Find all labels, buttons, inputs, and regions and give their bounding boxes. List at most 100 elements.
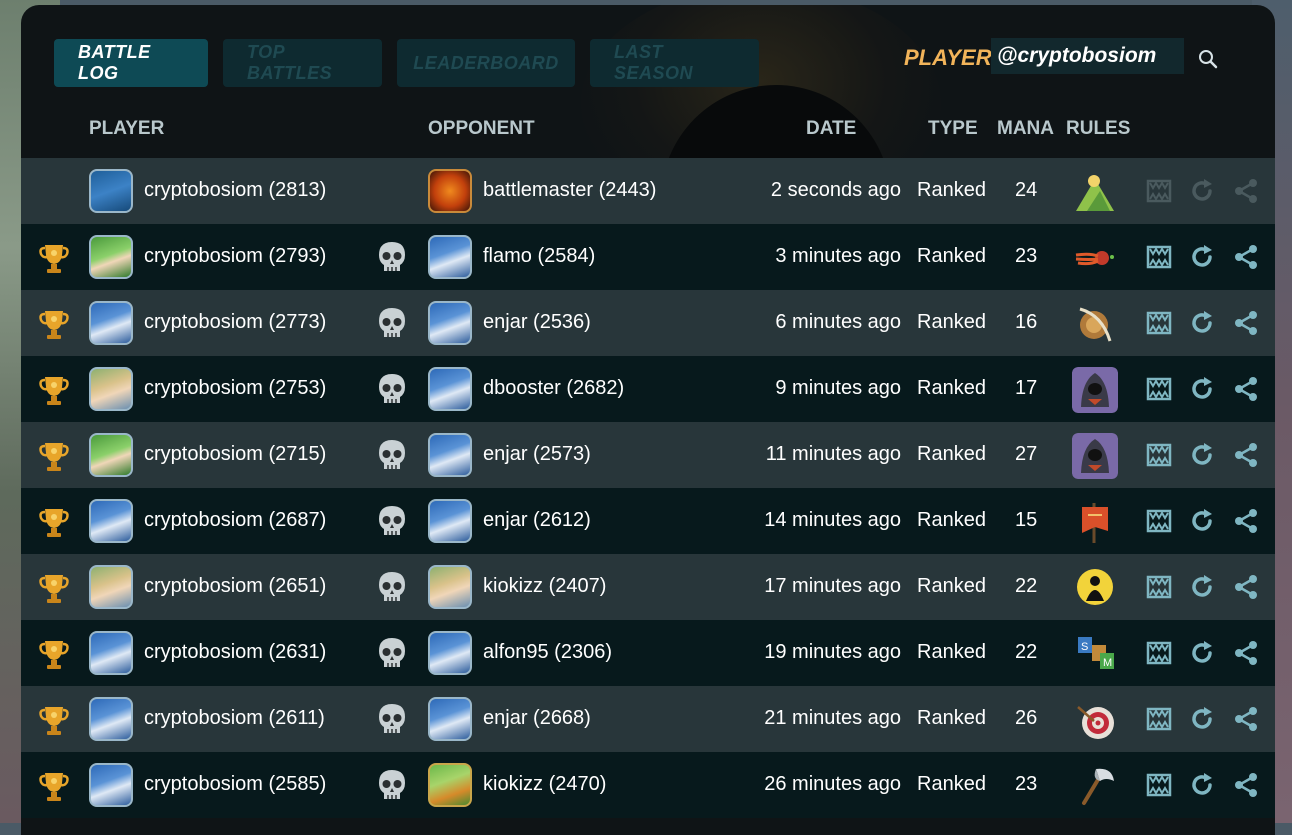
axe-rule-icon[interactable] bbox=[1072, 763, 1118, 809]
tab-last-season[interactable]: LAST SEASON bbox=[590, 39, 759, 87]
opponent-avatar bbox=[428, 235, 472, 279]
opponent-name[interactable]: kiokizz (2407) bbox=[483, 575, 606, 598]
battle-date: 11 minutes ago bbox=[765, 443, 901, 465]
header-date: DATE bbox=[806, 118, 857, 139]
team-fangs-icon[interactable] bbox=[1145, 441, 1173, 469]
battle-type: Ranked bbox=[917, 443, 986, 465]
battle-type: Ranked bbox=[917, 311, 986, 333]
opponent-name[interactable]: enjar (2668) bbox=[483, 707, 591, 730]
hooded-figure-rule-icon[interactable] bbox=[1072, 433, 1118, 479]
player-avatar bbox=[89, 697, 133, 741]
opponent-avatar bbox=[428, 631, 472, 675]
opponent-name[interactable]: battlemaster (2443) bbox=[483, 179, 656, 202]
replay-icon[interactable] bbox=[1188, 441, 1216, 469]
share-icon[interactable] bbox=[1232, 705, 1260, 733]
tab-leaderboard[interactable]: LEADERBOARD bbox=[397, 39, 575, 87]
mana-cap: 23 bbox=[1015, 245, 1038, 267]
opponent-name[interactable]: kiokizz (2470) bbox=[483, 773, 606, 796]
replay-icon[interactable] bbox=[1188, 177, 1216, 205]
share-icon[interactable] bbox=[1232, 507, 1260, 535]
team-fangs-icon[interactable] bbox=[1145, 573, 1173, 601]
player-name[interactable]: cryptobosiom (2585) bbox=[144, 773, 326, 796]
player-name[interactable]: cryptobosiom (2611) bbox=[144, 707, 325, 730]
replay-icon[interactable] bbox=[1188, 771, 1216, 799]
tab-top-battles[interactable]: TOP BATTLES bbox=[223, 39, 382, 87]
skull-icon bbox=[379, 770, 405, 799]
mountain-rule-icon[interactable] bbox=[1072, 169, 1118, 215]
svg-text:M: M bbox=[1103, 657, 1112, 669]
opponent-name[interactable]: alfon95 (2306) bbox=[483, 641, 612, 664]
skull-icon bbox=[379, 506, 405, 535]
player-name[interactable]: cryptobosiom (2687) bbox=[144, 509, 326, 532]
team-fangs-icon[interactable] bbox=[1145, 507, 1173, 535]
team-fangs-icon[interactable] bbox=[1145, 705, 1173, 733]
player-name[interactable]: cryptobosiom (2631) bbox=[144, 641, 326, 664]
opponent-name[interactable]: flamo (2584) bbox=[483, 245, 595, 268]
trophy-icon bbox=[39, 311, 69, 339]
opponent-name[interactable]: enjar (2573) bbox=[483, 443, 591, 466]
team-fangs-icon[interactable] bbox=[1145, 375, 1173, 403]
share-icon[interactable] bbox=[1232, 309, 1260, 337]
share-icon[interactable] bbox=[1232, 573, 1260, 601]
comet-rule-icon[interactable] bbox=[1072, 235, 1118, 281]
search-icon[interactable] bbox=[1197, 48, 1219, 70]
share-icon[interactable] bbox=[1232, 771, 1260, 799]
moon-silhouette-rule-icon[interactable] bbox=[1072, 565, 1118, 611]
opponent-avatar bbox=[428, 763, 472, 807]
mana-cap: 22 bbox=[1015, 641, 1038, 663]
replay-icon[interactable] bbox=[1188, 243, 1216, 271]
battle-date: 9 minutes ago bbox=[775, 377, 901, 399]
mana-cap: 24 bbox=[1015, 179, 1038, 201]
share-icon[interactable] bbox=[1232, 639, 1260, 667]
skull-icon bbox=[379, 308, 405, 337]
replay-icon[interactable] bbox=[1188, 639, 1216, 667]
table-row: cryptobosiom (2793) flamo (2584) 3 minutes… bbox=[21, 224, 1275, 290]
shield-bow-rule-icon[interactable] bbox=[1072, 301, 1118, 347]
replay-icon[interactable] bbox=[1188, 573, 1216, 601]
player-name[interactable]: cryptobosiom (2773) bbox=[144, 311, 326, 334]
trophy-icon bbox=[39, 575, 69, 603]
team-fangs-icon[interactable] bbox=[1145, 243, 1173, 271]
replay-icon[interactable] bbox=[1188, 375, 1216, 403]
table-row: cryptobosiom (2773) enjar (2536) 6 minutes… bbox=[21, 290, 1275, 356]
player-name[interactable]: cryptobosiom (2715) bbox=[144, 443, 326, 466]
team-fangs-icon[interactable] bbox=[1145, 309, 1173, 337]
share-icon[interactable] bbox=[1232, 177, 1260, 205]
table-row: cryptobosiom (2715) enjar (2573) 11 minute… bbox=[21, 422, 1275, 488]
battle-date: 2 seconds ago bbox=[770, 179, 901, 201]
battle-date: 14 minutes ago bbox=[764, 509, 901, 531]
player-name[interactable]: cryptobosiom (2793) bbox=[144, 245, 326, 268]
team-fangs-icon[interactable] bbox=[1145, 639, 1173, 667]
opponent-avatar bbox=[428, 697, 472, 741]
table-row: cryptobosiom (2651) kiokizz (2407) 17 minu… bbox=[21, 554, 1275, 620]
hooded-figure-rule-icon[interactable] bbox=[1072, 367, 1118, 413]
player-search-input[interactable]: @cryptobosiom bbox=[991, 38, 1184, 74]
opponent-name[interactable]: enjar (2612) bbox=[483, 509, 591, 532]
team-fangs-icon[interactable] bbox=[1145, 771, 1173, 799]
replay-icon[interactable] bbox=[1188, 309, 1216, 337]
share-icon[interactable] bbox=[1232, 375, 1260, 403]
banner-rule-icon[interactable] bbox=[1072, 499, 1118, 545]
battle-date: 26 minutes ago bbox=[764, 773, 901, 795]
share-icon[interactable] bbox=[1232, 243, 1260, 271]
player-name[interactable]: cryptobosiom (2651) bbox=[144, 575, 326, 598]
team-fangs-icon[interactable] bbox=[1145, 177, 1173, 205]
replay-icon[interactable] bbox=[1188, 507, 1216, 535]
header-player: PLAYER bbox=[89, 118, 165, 139]
opponent-name[interactable]: enjar (2536) bbox=[483, 311, 591, 334]
player-avatar bbox=[89, 235, 133, 279]
battle-type: Ranked bbox=[917, 245, 986, 267]
header-type: TYPE bbox=[928, 118, 978, 139]
table-row: cryptobosiom (2611) enjar (2668) 21 minute… bbox=[21, 686, 1275, 752]
letter-cards-rule-icon[interactable]: SM bbox=[1072, 631, 1118, 677]
tab-battle-log[interactable]: BATTLE LOG bbox=[54, 39, 208, 87]
player-name[interactable]: cryptobosiom (2813) bbox=[144, 179, 326, 202]
replay-icon[interactable] bbox=[1188, 705, 1216, 733]
target-rule-icon[interactable] bbox=[1072, 697, 1118, 743]
header-rules: RULES bbox=[1066, 118, 1131, 139]
battle-date: 17 minutes ago bbox=[764, 575, 901, 597]
mana-cap: 16 bbox=[1015, 311, 1038, 333]
player-name[interactable]: cryptobosiom (2753) bbox=[144, 377, 326, 400]
share-icon[interactable] bbox=[1232, 441, 1260, 469]
opponent-name[interactable]: dbooster (2682) bbox=[483, 377, 624, 400]
